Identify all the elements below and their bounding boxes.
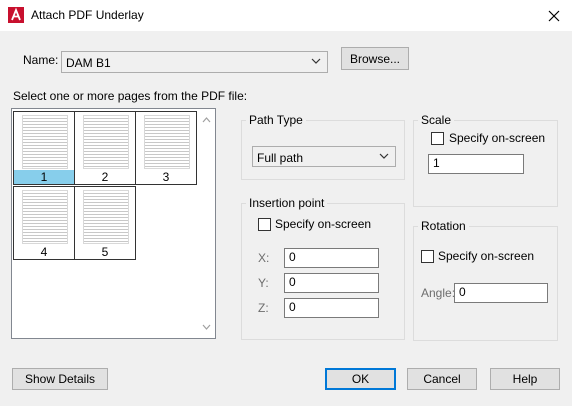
rotation-specify-checkbox[interactable] <box>421 250 434 263</box>
page-number: 1 <box>14 170 74 184</box>
insertion-point-title: Insertion point <box>246 196 328 210</box>
pages-list[interactable]: 1 2 3 4 5 <box>11 108 216 339</box>
y-label: Y: <box>258 276 269 290</box>
page-preview <box>22 190 68 244</box>
path-type-value: Full path <box>257 151 304 165</box>
close-button[interactable] <box>536 0 572 31</box>
z-input[interactable]: 0 <box>284 298 379 318</box>
ok-button[interactable]: OK <box>325 368 396 390</box>
chevron-down-icon <box>379 153 389 159</box>
page-thumb-3[interactable]: 3 <box>135 111 197 185</box>
page-preview <box>144 115 190 169</box>
scroll-down-icon[interactable] <box>202 324 211 330</box>
browse-button[interactable]: Browse... <box>341 47 409 70</box>
page-thumb-4[interactable]: 4 <box>13 186 75 260</box>
page-preview <box>22 115 68 169</box>
name-dropdown[interactable]: DAM B1 <box>61 51 328 73</box>
pages-label: Select one or more pages from the PDF fi… <box>13 89 248 103</box>
close-icon <box>548 10 560 21</box>
scale-specify-checkbox[interactable] <box>431 132 444 145</box>
y-input[interactable]: 0 <box>284 273 379 293</box>
page-thumb-1[interactable]: 1 <box>13 111 75 185</box>
window-title: Attach PDF Underlay <box>31 8 144 22</box>
name-value: DAM B1 <box>66 56 111 70</box>
title-bar: Attach PDF Underlay <box>0 0 572 31</box>
name-label: Name: <box>23 53 59 67</box>
help-button[interactable]: Help <box>490 368 560 390</box>
z-label: Z: <box>258 301 269 315</box>
x-label: X: <box>258 251 270 265</box>
angle-label: Angle: <box>421 286 456 300</box>
rotation-title: Rotation <box>418 219 469 233</box>
scale-specify-label: Specify on-screen <box>449 131 546 145</box>
page-thumb-5[interactable]: 5 <box>74 186 136 260</box>
page-number: 5 <box>101 245 109 259</box>
insertion-specify-label: Specify on-screen <box>275 217 372 231</box>
page-number: 3 <box>162 170 170 184</box>
show-details-button[interactable]: Show Details <box>12 368 108 390</box>
scale-title: Scale <box>418 113 455 127</box>
page-preview <box>83 115 129 169</box>
autocad-icon <box>8 7 24 23</box>
path-type-dropdown[interactable]: Full path <box>252 146 396 167</box>
path-type-title: Path Type <box>246 113 306 127</box>
cancel-button[interactable]: Cancel <box>407 368 477 390</box>
scroll-up-icon[interactable] <box>202 117 211 123</box>
insertion-specify-checkbox[interactable] <box>258 218 271 231</box>
scale-input[interactable]: 1 <box>428 154 524 174</box>
page-number: 2 <box>101 170 109 184</box>
rotation-specify-label: Specify on-screen <box>438 249 535 263</box>
page-number: 4 <box>40 245 48 259</box>
angle-input[interactable]: 0 <box>454 283 548 303</box>
page-thumb-2[interactable]: 2 <box>74 111 136 185</box>
chevron-down-icon <box>311 58 321 64</box>
x-input[interactable]: 0 <box>284 248 379 268</box>
pages-scrollbar[interactable] <box>198 109 215 338</box>
page-preview <box>83 190 129 244</box>
